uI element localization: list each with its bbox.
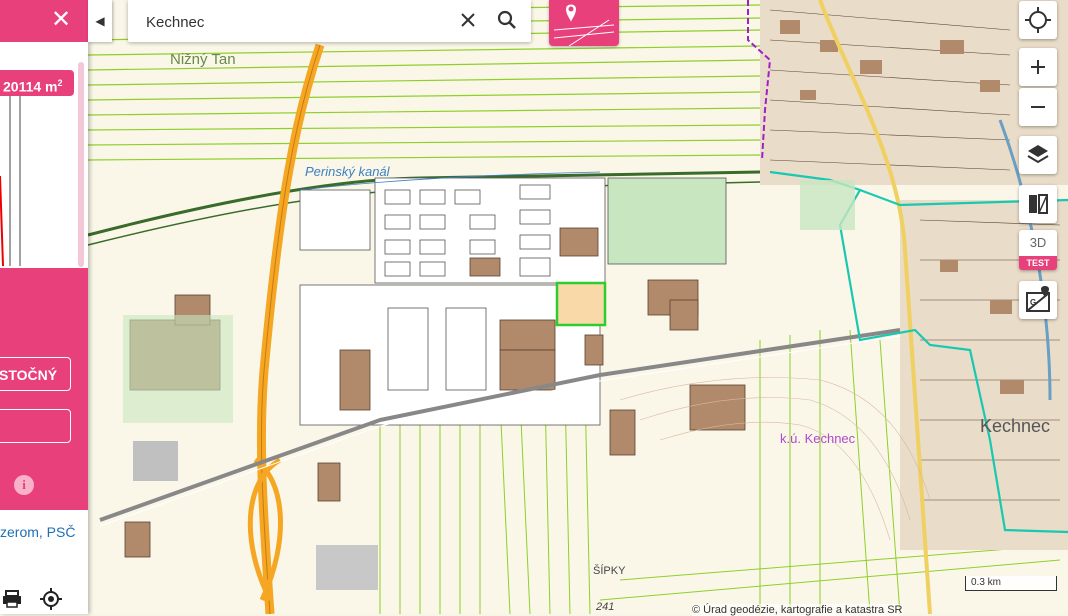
map-tool-button[interactable] — [549, 0, 619, 47]
scrollbar[interactable] — [78, 62, 84, 267]
locate-icon[interactable] — [40, 588, 62, 610]
location-pin-icon — [553, 4, 615, 47]
gps-button[interactable] — [1019, 1, 1057, 39]
parcel-detail-panel: ✕ 20114 m2 STOČNÝ i zerom, PSČ — [0, 0, 88, 614]
close-icon[interactable]: ✕ — [50, 8, 72, 32]
map-label-town: Kechnec — [980, 416, 1050, 436]
panel-footer — [0, 584, 88, 614]
area-badge: 20114 m2 — [0, 70, 74, 96]
panel-actions: STOČNÝ i — [0, 268, 88, 510]
plus-icon — [1031, 60, 1045, 74]
map-label-nizny-tan: Nižný Tan — [170, 51, 236, 68]
search-icon[interactable] — [497, 10, 517, 30]
area-unit-sup: 2 — [57, 78, 63, 88]
map-label-kanal: Perinský kanál — [305, 164, 391, 179]
3d-button[interactable]: 3D TEST — [1019, 230, 1057, 270]
parcel-preview — [0, 96, 21, 266]
selected-parcel[interactable] — [555, 281, 607, 327]
crosshair-icon — [1025, 7, 1051, 33]
3d-label: 3D — [1029, 235, 1047, 250]
area-value: 20114 m — [3, 78, 58, 95]
action-button-2[interactable] — [0, 409, 71, 443]
test-badge: TEST — [1019, 256, 1057, 270]
search-bar — [128, 0, 531, 42]
layers-button[interactable] — [1019, 136, 1057, 174]
action-button-1[interactable]: STOČNÝ — [0, 357, 71, 391]
collapse-icon[interactable]: ◀ — [88, 0, 112, 42]
compare-icon — [1029, 194, 1048, 214]
map-label-ku: k.ú. Kechnec — [780, 431, 856, 446]
layers-icon — [1027, 145, 1049, 164]
zoom-out-button[interactable] — [1019, 88, 1057, 126]
map-label-height: 241 — [595, 601, 614, 613]
info-icon[interactable]: i — [14, 475, 34, 495]
map-pin-icon: G — [1026, 286, 1050, 312]
google-maps-button[interactable]: G — [1019, 281, 1057, 319]
clear-icon[interactable] — [461, 13, 475, 27]
attribution: © Úrad geodézie, kartografie a katastra … — [692, 604, 903, 616]
print-icon[interactable] — [2, 590, 22, 608]
search-input[interactable] — [144, 8, 448, 36]
zoom-in-button[interactable] — [1019, 48, 1057, 86]
svg-text:G: G — [1030, 298, 1036, 307]
address-link[interactable]: zerom, PSČ — [0, 524, 75, 540]
compare-button[interactable] — [1019, 185, 1057, 223]
scale-bar: 0.3 km — [965, 576, 1057, 591]
map-label-sipky: ŠÍPKY — [593, 564, 626, 577]
cadastral-map[interactable]: Nižný Tan Perinský kanál k.ú. Kechnec Ke… — [0, 0, 1068, 614]
minus-icon — [1031, 106, 1045, 108]
panel-header: ✕ — [0, 0, 88, 42]
